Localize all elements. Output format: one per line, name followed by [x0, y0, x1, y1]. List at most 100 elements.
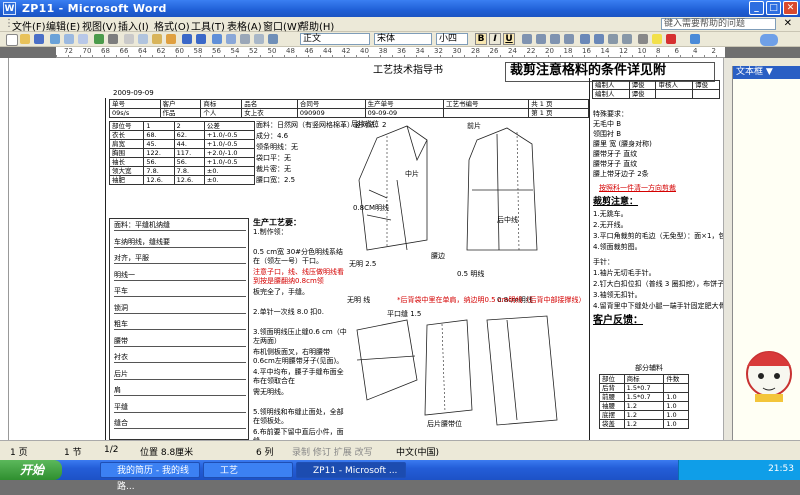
insert-table-icon[interactable] [240, 34, 250, 44]
process-step: 注意子口，线、线压做明线看到按是腰翻纳0.8cm领 [253, 268, 344, 285]
copy-icon[interactable] [138, 34, 148, 44]
columns-icon[interactable] [268, 34, 278, 44]
right-info-table: 编制人 谭俊 审核人 谭俊 编制人 谭俊 [592, 80, 720, 99]
print-icon[interactable] [64, 34, 74, 44]
info-value-cell: 个人 [200, 108, 243, 118]
align-center-icon[interactable] [536, 34, 546, 44]
info-value-cell: 09s/s [109, 108, 161, 118]
menu-insert[interactable]: 插入(I) [118, 18, 149, 33]
info-value-cell: 090909 [296, 108, 366, 118]
menu-edit[interactable]: 编辑(E) [46, 18, 80, 33]
fabric-note: 腰口宽：2.5 [256, 176, 296, 184]
border-icon[interactable] [638, 34, 648, 44]
menu-window[interactable]: 窗口(W) [263, 18, 301, 33]
office-assistant-icon[interactable] [741, 336, 797, 406]
process-step: 需无明线。 [253, 388, 288, 396]
redo-icon[interactable] [196, 34, 206, 44]
underline-button[interactable]: U [503, 33, 515, 45]
menu-view[interactable]: 视图(V) [82, 18, 117, 33]
close-button[interactable]: ✕ [783, 1, 798, 15]
undo-icon[interactable] [182, 34, 192, 44]
print-preview-icon[interactable] [78, 34, 88, 44]
bullets-icon[interactable] [594, 34, 604, 44]
ruler-number: 50 [267, 47, 277, 55]
sewing-notes: 手针： 1.袖片无切毛手针。 2.钉大白扣位扣（普线 3 圈扣挖），布饼子，钉纽扣。… [593, 258, 723, 314]
font-size-dropdown[interactable]: 小四 [436, 33, 468, 45]
font-color-icon[interactable] [666, 34, 676, 44]
save-icon[interactable] [34, 34, 44, 44]
close-doc-icon[interactable]: ✕ [784, 18, 792, 29]
excel-icon[interactable] [254, 34, 264, 44]
research-icon[interactable] [108, 34, 118, 44]
ruler-number: 44 [323, 47, 332, 55]
accessory-row: 袖腰 1.2 1.0 [599, 401, 689, 411]
accessory-row: 前腰 1.5*0.7 1.0 [599, 392, 689, 402]
word-app-icon[interactable]: W [3, 2, 16, 15]
bold-button[interactable]: B [475, 33, 487, 45]
ruler-number: 22 [526, 47, 536, 55]
accessory-table: 部位 商标 件数 后背 1.5*0.7 前腰 1.5*0.7 1.0 袖腰 1.2 1.0 底摆 1.2… [599, 374, 689, 429]
info-header-cell: 合同号 [296, 99, 366, 109]
hyperlink-icon[interactable] [212, 34, 222, 44]
taskpane-title[interactable]: 文本框 ▼ [733, 66, 800, 79]
process-step: 1.制作领： [253, 228, 288, 236]
size-cell: 68. [143, 130, 175, 140]
align-right-icon[interactable] [550, 34, 560, 44]
ruler-number: 64 [138, 47, 147, 55]
status-position: 位置 8.8厘米 [140, 448, 194, 458]
accessory-header-cell: 件数 [663, 374, 689, 384]
taskbar: 开始 我的简历 - 我的线路... 工艺 ZP11 - Microsoft ..… [0, 460, 800, 492]
drawing-icon[interactable] [690, 34, 700, 44]
task-resume[interactable]: 我的简历 - 我的线路... [100, 462, 200, 492]
decrease-indent-icon[interactable] [608, 34, 618, 44]
maximize-button[interactable]: □ [766, 1, 781, 15]
font-dropdown[interactable]: 宋体 [374, 33, 432, 45]
ruler-number: 30 [452, 47, 462, 55]
start-button[interactable]: 开始 [0, 460, 62, 480]
right-row: 编制人 谭俊 审核人 谭俊 [592, 80, 720, 90]
drawing-labels: 后片省位 前片 中片 0.8CM明线 后中线 无明 2.5 腰边 0.5 明线 无明 线平口缝 … [347, 120, 587, 438]
office-assistant-icon[interactable] [760, 34, 778, 46]
size-cell: ±0. [203, 175, 256, 185]
info-value-cell: 09-09-09 [364, 108, 445, 118]
align-left-icon[interactable] [522, 34, 532, 44]
process-cell: 后片 [114, 370, 246, 380]
accessory-header-cell: 商标 [623, 374, 665, 384]
menu-table[interactable]: 表格(A) [227, 18, 262, 33]
tables-borders-icon[interactable] [226, 34, 236, 44]
highlight-icon[interactable] [652, 34, 662, 44]
numbering-icon[interactable] [580, 34, 590, 44]
menu-help[interactable]: 帮助(H) [299, 18, 334, 33]
vertical-scrollbar[interactable] [723, 58, 732, 440]
document-page[interactable]: 工艺技术指导书 裁剪注意格料的条件详见附 2009-09-09 单号 客户 商标 品名… [9, 58, 723, 440]
status-pages: 1/2 [104, 445, 119, 455]
taskpane-gap [732, 58, 800, 66]
menu-format[interactable]: 格式(O) [154, 18, 190, 33]
cut-icon[interactable] [124, 34, 134, 44]
permission-icon[interactable] [50, 34, 60, 44]
task-gongyi[interactable]: 工艺 [203, 462, 293, 478]
format-painter-icon[interactable] [166, 34, 176, 44]
task-word[interactable]: ZP11 - Microsoft ... [296, 462, 406, 478]
accessory-cell: 1.2 [623, 410, 665, 420]
spelling-icon[interactable] [94, 34, 104, 44]
open-folder-icon[interactable] [20, 34, 30, 44]
italic-button[interactable]: I [489, 33, 501, 45]
justify-icon[interactable] [564, 34, 574, 44]
horizontal-ruler[interactable]: 72 70 68 66 64 62 60 58 56 54 52 50 48 46 44 42 40 38 36 34… [56, 47, 725, 58]
vertical-ruler[interactable] [0, 58, 9, 440]
style-dropdown[interactable]: 正文 [300, 33, 370, 45]
menu-tools[interactable]: 工具(T) [191, 18, 225, 33]
size-cell: 肩宽 [108, 139, 145, 149]
increase-indent-icon[interactable] [622, 34, 632, 44]
status-modes[interactable]: 录制 修订 扩展 改写 [292, 445, 373, 458]
paste-icon[interactable] [152, 34, 162, 44]
minimize-button[interactable]: _ [749, 1, 764, 15]
new-doc-icon[interactable] [6, 34, 18, 46]
accessory-header-row: 部位 商标 件数 [599, 374, 689, 384]
info-table: 单号 客户 商标 品名 合同号 生产单号 工艺书编号共 1 页 09s/s 作品 个人 女上衣 09… [109, 99, 589, 118]
ask-question-box[interactable]: 键入需要帮助的问题 [661, 18, 776, 30]
menu-file[interactable]: 文件(F) [12, 18, 46, 33]
accessory-cell: 底摆 [599, 410, 625, 420]
fabric-note: 裁片密：无 [256, 165, 291, 173]
